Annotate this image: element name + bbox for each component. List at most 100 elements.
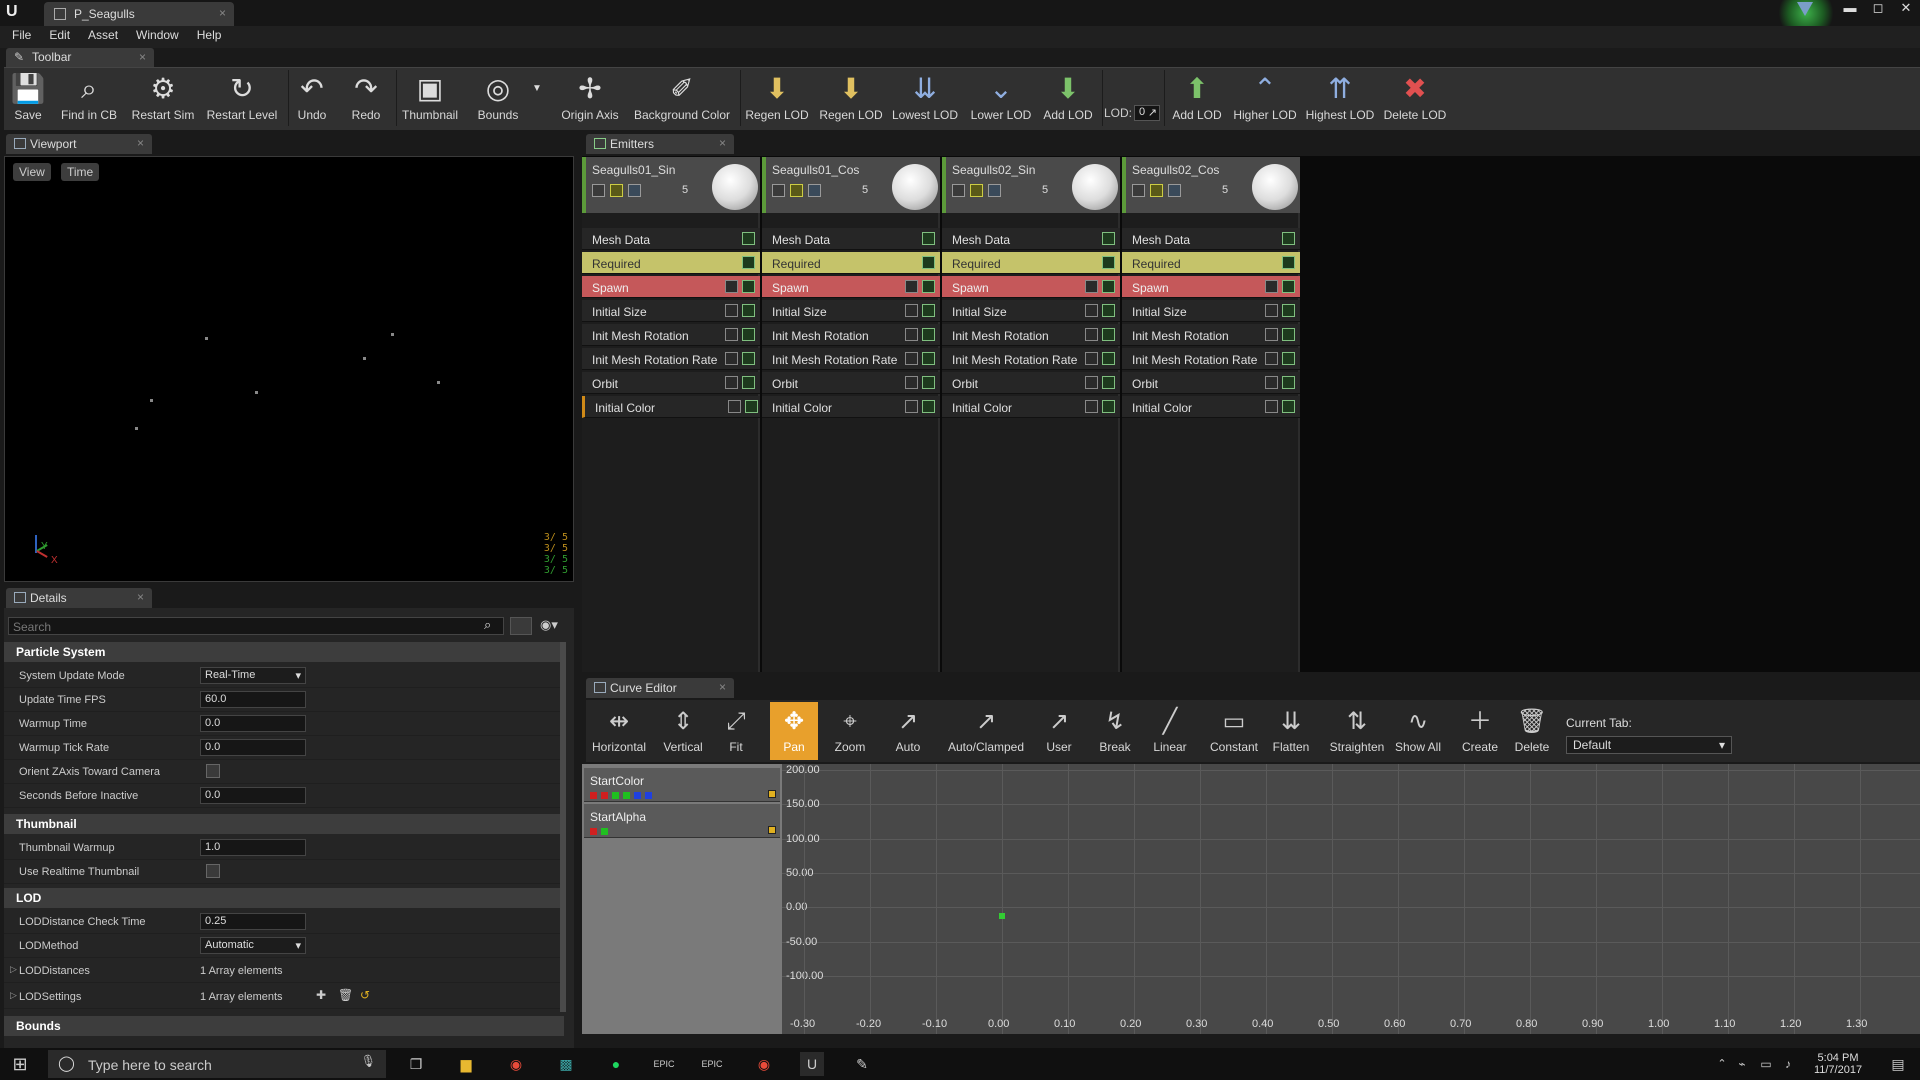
- constant-button[interactable]: ▭ Constant: [1206, 702, 1262, 760]
- horizontal-button[interactable]: ⇹ Horizontal: [590, 702, 648, 760]
- lowest-lod-button[interactable]: ⇊ Lowest LOD: [890, 68, 960, 128]
- emitter-enable-checkbox[interactable]: [952, 184, 965, 197]
- module-enable-checkbox[interactable]: [1085, 304, 1098, 317]
- module-enable-checkbox[interactable]: [1265, 328, 1278, 341]
- emitter-header[interactable]: Seagulls02_Cos 5: [1122, 157, 1300, 213]
- emitter-module-row[interactable]: Init Mesh Rotation: [942, 324, 1120, 346]
- details-scrollbar[interactable]: [560, 642, 566, 1012]
- emitter-type-icon[interactable]: [1168, 184, 1181, 197]
- restart-sim-button[interactable]: ⚙ Restart Sim: [128, 68, 198, 128]
- lod-spinner[interactable]: 0 ↗: [1134, 105, 1160, 121]
- module-enable-checkbox[interactable]: [1265, 400, 1278, 413]
- paint-icon[interactable]: ✎: [850, 1052, 874, 1076]
- epic-launcher-icon[interactable]: EPIC: [652, 1052, 676, 1076]
- expand-arrow-icon[interactable]: ▷: [10, 964, 17, 975]
- restart-level-button[interactable]: ↻ Restart Level: [204, 68, 280, 128]
- notifications-icon[interactable]: ▤: [1886, 1052, 1910, 1076]
- module-enable-checkbox[interactable]: [725, 280, 738, 293]
- module-enable-checkbox[interactable]: [1085, 328, 1098, 341]
- clock[interactable]: 5:04 PM 11/7/2017: [1800, 1052, 1876, 1076]
- emitters-tab[interactable]: Emitters ×: [586, 134, 734, 154]
- windows-start-icon[interactable]: ⊞: [8, 1052, 32, 1076]
- lower-lod-button[interactable]: ⌄ Lower LOD: [968, 68, 1034, 128]
- user-button[interactable]: ↗ User: [1036, 702, 1082, 760]
- highest-lod-button[interactable]: ⇈ Highest LOD: [1304, 68, 1376, 128]
- emitter-module-row[interactable]: Init Mesh Rotation: [582, 324, 760, 346]
- curve-editor-tab[interactable]: Curve Editor ×: [586, 678, 734, 698]
- emitter-module-row[interactable]: Init Mesh Rotation Rate: [582, 348, 760, 370]
- zoom-button[interactable]: ⌖ Zoom: [826, 702, 874, 760]
- emitter-column[interactable]: Seagulls01_Cos 5 Mesh Data Required Spawn Ini…: [762, 157, 940, 672]
- create-button[interactable]: ＋ Create: [1458, 702, 1502, 760]
- emitter-module-row[interactable]: Initial Size: [762, 300, 940, 322]
- module-enable-checkbox[interactable]: [725, 376, 738, 389]
- thumbnail-warmup-input[interactable]: 1.0: [200, 839, 306, 856]
- volume-icon[interactable]: ♪: [1776, 1052, 1800, 1076]
- emitter-type-icon[interactable]: [988, 184, 1001, 197]
- background-color-button[interactable]: ✐ Background Color: [630, 68, 734, 128]
- row-lod-distances[interactable]: ▷ LODDistances 1 Array elements: [4, 959, 564, 983]
- bounds-dropdown[interactable]: ▼: [530, 68, 544, 128]
- auto-button[interactable]: ↗ Auto: [888, 702, 928, 760]
- emitter-module-row[interactable]: Orbit: [1122, 372, 1300, 394]
- channel-swatch[interactable]: [645, 792, 652, 799]
- emitter-enable-checkbox[interactable]: [1132, 184, 1145, 197]
- emitter-module-row[interactable]: Spawn: [582, 276, 760, 298]
- fit-button[interactable]: ⤢ Fit: [716, 702, 756, 760]
- module-curve-icon[interactable]: [1282, 256, 1295, 269]
- chrome-icon[interactable]: ◉: [504, 1052, 528, 1076]
- emitter-module-row[interactable]: Init Mesh Rotation: [762, 324, 940, 346]
- section-thumbnail[interactable]: Thumbnail: [4, 814, 564, 834]
- show-all-button[interactable]: ∿ Show All: [1390, 702, 1446, 760]
- current-tab-dropdown[interactable]: Default ▾: [1566, 736, 1732, 754]
- close-icon[interactable]: ×: [719, 680, 726, 694]
- emitter-module-row[interactable]: Spawn: [1122, 276, 1300, 298]
- orient-zaxis-checkbox[interactable]: [206, 764, 220, 778]
- store-icon[interactable]: ▩: [554, 1052, 578, 1076]
- emitter-module-row[interactable]: Orbit: [942, 372, 1120, 394]
- menu-help[interactable]: Help: [197, 26, 232, 48]
- module-enable-checkbox[interactable]: [1265, 304, 1278, 317]
- emitter-header[interactable]: Seagulls01_Sin 5: [582, 157, 760, 213]
- module-curve-icon[interactable]: [742, 328, 755, 341]
- document-tab[interactable]: P_Seagulls ×: [44, 2, 234, 26]
- module-curve-icon[interactable]: [922, 352, 935, 365]
- emitter-module-row[interactable]: Init Mesh Rotation Rate: [942, 348, 1120, 370]
- module-curve-icon[interactable]: [1282, 400, 1295, 413]
- add-element-icon[interactable]: ✚: [316, 988, 326, 1002]
- toolbar-tab[interactable]: ✎ Toolbar ×: [6, 48, 154, 67]
- emitter-module-row[interactable]: Init Mesh Rotation: [1122, 324, 1300, 346]
- emitter-module-row[interactable]: Mesh Data: [762, 228, 940, 250]
- thumbnail-button[interactable]: ▣ Thumbnail: [400, 68, 460, 128]
- trash-icon[interactable]: 🗑: [338, 988, 353, 1002]
- module-enable-checkbox[interactable]: [1265, 352, 1278, 365]
- emitter-module-row[interactable]: Spawn: [762, 276, 940, 298]
- module-enable-checkbox[interactable]: [1265, 280, 1278, 293]
- module-curve-icon[interactable]: [745, 400, 758, 413]
- module-curve-icon[interactable]: [742, 352, 755, 365]
- emitter-module-row[interactable]: Required: [582, 252, 760, 274]
- module-enable-checkbox[interactable]: [905, 376, 918, 389]
- channel-swatch[interactable]: [590, 792, 597, 799]
- module-curve-icon[interactable]: [1282, 328, 1295, 341]
- emitter-module-row[interactable]: Initial Color: [1122, 396, 1300, 418]
- view-button[interactable]: View: [13, 163, 51, 181]
- emitter-module-row[interactable]: Initial Size: [942, 300, 1120, 322]
- emitter-module-row[interactable]: Initial Size: [582, 300, 760, 322]
- time-button[interactable]: Time: [61, 163, 100, 181]
- module-curve-icon[interactable]: [922, 328, 935, 341]
- minimize-button[interactable]: ▬: [1836, 0, 1864, 18]
- module-curve-icon[interactable]: [742, 280, 755, 293]
- break-button[interactable]: ↯ Break: [1094, 702, 1136, 760]
- undo-button[interactable]: ↶ Undo: [292, 68, 332, 128]
- straighten-button[interactable]: ⇅ Straighten: [1326, 702, 1388, 760]
- module-curve-icon[interactable]: [922, 400, 935, 413]
- regen-lod-button[interactable]: ⬇ Regen LOD: [744, 68, 810, 128]
- emitter-enable-checkbox[interactable]: [772, 184, 785, 197]
- emitter-solo-toggle[interactable]: [970, 184, 983, 197]
- emitter-module-row[interactable]: Orbit: [582, 372, 760, 394]
- module-curve-icon[interactable]: [742, 304, 755, 317]
- module-curve-icon[interactable]: [1282, 376, 1295, 389]
- menu-window[interactable]: Window: [136, 26, 189, 48]
- details-search-input[interactable]: Search: [8, 617, 504, 635]
